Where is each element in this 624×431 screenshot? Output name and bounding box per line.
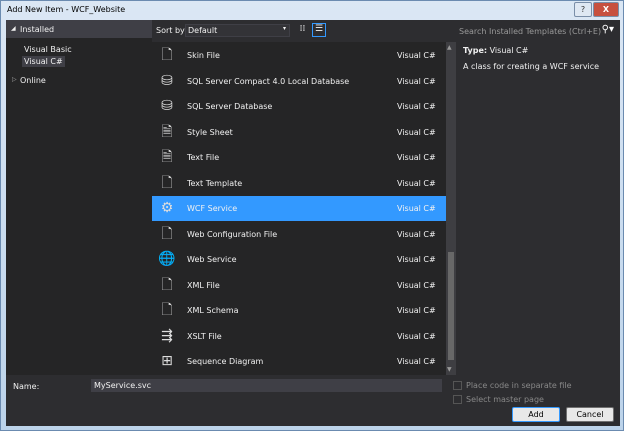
collapsed-arrow-icon: ▷ <box>12 76 17 83</box>
template-item[interactable]: ⚙ WCF Service Visual C# <box>152 196 446 221</box>
template-type: Visual C# <box>397 204 436 213</box>
type-label: Type: <box>463 46 488 55</box>
window-title: Add New Item - WCF_Website <box>7 5 126 14</box>
template-item[interactable]: ⛁ SQL Server Database Visual C# <box>152 94 446 119</box>
dialog-client: ◢ Installed Visual Basic Visual C# ▷ Onl… <box>6 20 620 426</box>
web-service-icon: 🌐 <box>158 251 176 267</box>
template-name: Text Template <box>187 178 243 188</box>
template-name: Web Service <box>187 255 237 264</box>
help-button[interactable]: ? <box>574 2 592 17</box>
scrollbar[interactable]: ▲ ▼ <box>446 42 456 375</box>
template-name: SQL Server Database <box>187 102 273 111</box>
skin-file-icon: 🗋 <box>161 47 173 63</box>
template-item[interactable]: 🗋 Skin File Visual C# <box>152 43 446 68</box>
template-name: WCF Service <box>187 204 238 213</box>
scroll-up-icon[interactable]: ▲ <box>447 44 452 51</box>
template-item[interactable]: 🗎 Style Sheet Visual C# <box>152 120 446 145</box>
template-name: SQL Server Compact 4.0 Local Database <box>187 76 350 86</box>
template-type: Visual C# <box>397 76 436 86</box>
xslt-file-icon: ⇶ <box>161 327 173 344</box>
xml-schema-icon: 🗋 <box>161 302 173 318</box>
text-template-icon: 🗋 <box>161 174 173 191</box>
master-page-label: Select master page <box>466 395 544 404</box>
master-page-checkbox[interactable] <box>453 395 462 404</box>
template-item[interactable]: 🌐 Web Service Visual C# <box>152 247 446 272</box>
list-view-button[interactable]: ☰ <box>312 23 326 37</box>
type-value: Visual C# <box>489 46 529 55</box>
search-box[interactable]: Search Installed Templates (Ctrl+E) ⚲▾ <box>456 20 620 42</box>
description: A class for creating a WCF service <box>463 62 600 71</box>
template-type: Visual C# <box>397 102 436 111</box>
style-sheet-icon: 🗎 <box>161 123 173 140</box>
name-input[interactable]: MyService.svc <box>91 379 442 392</box>
template-type: Visual C# <box>397 178 436 188</box>
template-item[interactable]: ⛁ SQL Server Compact 4.0 Local Database Vi… <box>152 69 446 94</box>
template-name: Sequence Diagram <box>187 357 264 366</box>
name-label: Name: <box>13 382 40 391</box>
tree-item-visual-csharp[interactable]: Visual C# <box>22 56 65 67</box>
template-item[interactable]: 🗎 Text File Visual C# <box>152 145 446 170</box>
template-name: XSLT File <box>187 331 222 341</box>
template-name: Style Sheet <box>187 127 233 137</box>
expanded-arrow-icon: ◢ <box>11 25 16 32</box>
template-type: Visual C# <box>397 127 436 137</box>
toolbar: Sort by: Default ▾ ⁞⁞ ☰ <box>152 20 452 42</box>
template-type: Visual C# <box>397 331 436 341</box>
template-name: XML Schema <box>187 306 239 315</box>
tree-item-online[interactable]: Online <box>20 76 46 85</box>
wcf-service-icon: ⚙ <box>160 200 174 216</box>
template-type: Visual C# <box>397 255 436 264</box>
cancel-button[interactable]: Cancel <box>566 407 614 422</box>
category-tree: ◢ Installed Visual Basic Visual C# ▷ Onl… <box>6 20 152 375</box>
template-type: Visual C# <box>397 306 436 315</box>
chevron-down-icon: ▾ <box>282 25 286 32</box>
template-item[interactable]: 🗋 XML Schema Visual C# <box>152 298 446 323</box>
installed-label: Installed <box>20 25 55 34</box>
template-type: Visual C# <box>397 51 436 60</box>
template-name: Web Configuration File <box>187 229 278 239</box>
text-file-icon: 🗎 <box>161 149 173 165</box>
template-item[interactable]: 🗋 XML File Visual C# <box>152 273 446 298</box>
xml-file-icon: 🗋 <box>161 276 173 293</box>
scroll-down-icon[interactable]: ▼ <box>447 366 452 373</box>
database-icon: ⛁ <box>161 98 173 114</box>
search-icon[interactable]: ⚲▾ <box>602 24 614 35</box>
add-button[interactable]: Add <box>512 407 560 422</box>
template-type: Visual C# <box>397 153 436 162</box>
template-item[interactable]: ⊞ Sequence Diagram Visual C# <box>152 349 446 374</box>
place-code-checkbox[interactable] <box>453 381 462 390</box>
template-type: Visual C# <box>397 229 436 239</box>
template-item[interactable]: ⇶ XSLT File Visual C# <box>152 324 446 349</box>
details-pane: Search Installed Templates (Ctrl+E) ⚲▾ T… <box>456 20 620 375</box>
template-name: Skin File <box>187 51 220 60</box>
template-type: Visual C# <box>397 280 436 290</box>
template-type: Visual C# <box>397 357 436 366</box>
template-item[interactable]: 🗋 Web Configuration File Visual C# <box>152 222 446 247</box>
place-code-label: Place code in separate file <box>466 381 572 390</box>
sort-dropdown[interactable]: Default ▾ <box>185 24 290 37</box>
database-icon: ⛁ <box>161 72 173 89</box>
template-item[interactable]: 🗋 Text Template Visual C# <box>152 171 446 196</box>
template-list: 🗋 Skin File Visual C# ⛁ SQL Server Compact 4… <box>152 42 446 375</box>
sort-label: Sort by: <box>156 26 187 35</box>
template-name: Text File <box>187 153 220 162</box>
tree-item-visual-basic[interactable]: Visual Basic <box>24 45 72 54</box>
search-input[interactable]: Search Installed Templates (Ctrl+E) <box>459 27 601 36</box>
close-button[interactable]: X <box>593 2 619 17</box>
template-name: XML File <box>187 280 220 290</box>
web-config-icon: 🗋 <box>161 225 173 242</box>
scroll-thumb[interactable] <box>448 252 454 360</box>
sequence-diagram-icon: ⊞ <box>161 353 173 369</box>
sort-value: Default <box>188 26 218 35</box>
dialog-window: Add New Item - WCF_Website ? X ◢ Install… <box>0 0 624 431</box>
medium-icons-view-button[interactable]: ⁞⁞ <box>296 24 309 37</box>
